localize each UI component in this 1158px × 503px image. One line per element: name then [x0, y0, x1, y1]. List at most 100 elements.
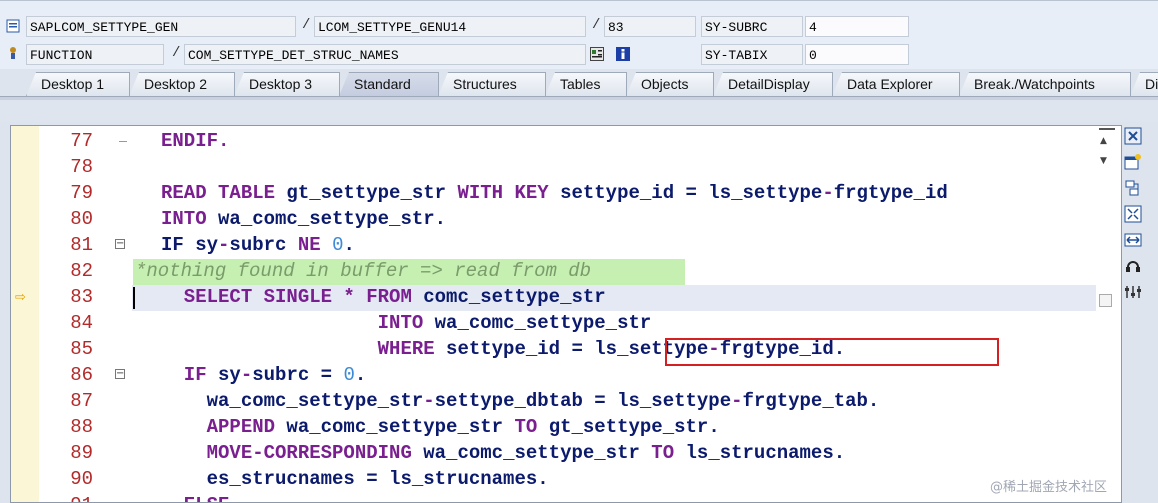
code-line[interactable]: 89 MOVE-CORRESPONDING wa_comc_settype_st… [11, 440, 1121, 466]
identifier-token: sy [218, 364, 241, 386]
program-field[interactable]: SAPLCOM_SETTYPE_GEN [26, 16, 296, 37]
code-line[interactable]: 80 INTO wa_comc_settype_str. [11, 206, 1121, 232]
code-line[interactable]: 79 READ TABLE gt_settype_str WITH KEY set… [11, 180, 1121, 206]
code-line[interactable]: 90 es_strucnames = ls_strucnames. [11, 466, 1121, 492]
identifier-token: wa_comc_settype_str [286, 416, 515, 438]
separator: / [592, 17, 601, 33]
code-line[interactable]: 83 SELECT SINGLE * FROM comc_settype_str [11, 284, 1121, 310]
source-editor[interactable]: ⇨ 77 ENDIF. 78 79 READ TABLE gt_settype_str … [10, 125, 1122, 503]
line-number: 82 [70, 260, 93, 282]
keyword-token: - [423, 390, 435, 412]
collapse-block-icon[interactable]: − [115, 369, 125, 379]
tab-detail-display[interactable]: DetailDisplay [713, 72, 833, 96]
code-line[interactable]: 87 wa_comc_settype_str-settype_dbtab = l… [11, 388, 1121, 414]
tab-desktop-3[interactable]: Desktop 3 [234, 72, 340, 96]
info-icon[interactable] [616, 47, 630, 61]
separator: / [302, 17, 311, 33]
line-number: 80 [70, 208, 93, 230]
sysvar-value-1[interactable]: 4 [805, 16, 909, 37]
scroll-up-icon[interactable]: ▲ [1100, 136, 1107, 146]
line-number: 84 [70, 312, 93, 334]
vertical-scrollbar[interactable]: ▲ ▼ [1097, 126, 1117, 186]
refresh-icon[interactable] [1124, 257, 1142, 275]
line-field[interactable]: 83 [604, 16, 696, 37]
separator: / [172, 45, 181, 61]
expand-width-icon[interactable] [1124, 231, 1142, 249]
keyword-token: TO [514, 416, 549, 438]
close-icon[interactable] [1124, 127, 1142, 145]
maximize-icon[interactable] [1124, 205, 1142, 223]
keyword-token: - [822, 182, 834, 204]
keyword-token: - [240, 364, 253, 386]
keyword-token: NE [297, 234, 333, 256]
keyword-token: - [731, 390, 743, 412]
line-number: 88 [70, 416, 93, 438]
identifier-token: es_strucnames = ls_strucnames. [161, 468, 549, 490]
identifier-token: wa_comc_settype_str [434, 312, 652, 334]
include-field[interactable]: LCOM_SETTYPE_GENU14 [314, 16, 586, 37]
function-icon [6, 46, 20, 60]
settings-icon[interactable] [1124, 283, 1142, 301]
sysvar-name-2: SY-TABIX [701, 44, 803, 65]
block-line-marker [119, 141, 127, 142]
code-line[interactable]: 78 [11, 154, 1121, 180]
tab-structures[interactable]: Structures [438, 72, 546, 96]
tab-standard[interactable]: Standard [339, 72, 439, 96]
code-text: INTO wa_comc_settype_str. [161, 206, 446, 232]
keyword-token: WITH KEY [457, 182, 561, 204]
keyword-token: ELSE. [161, 494, 241, 502]
keyword-token: INTO [161, 312, 435, 334]
keyword-token: WHERE [161, 338, 447, 360]
split-icon[interactable] [1124, 179, 1142, 197]
type-field[interactable]: FUNCTION [26, 44, 164, 65]
identifier-token: wa_comc_settype_str [161, 390, 424, 412]
keyword-token: TO [651, 442, 686, 464]
line-number: 78 [70, 156, 93, 178]
watermark: @稀土掘金技术社区 [990, 480, 1108, 495]
code-line[interactable]: 77 ENDIF. [11, 128, 1121, 154]
code-line[interactable]: 81 − IF sy-subrc NE 0. [11, 232, 1121, 258]
identifier-token: gt_settype_str. [548, 416, 720, 438]
line-number: 89 [70, 442, 93, 464]
comment-token: *nothing found in buffer => read from db [135, 260, 592, 282]
tab-data-explorer[interactable]: Data Explorer [832, 72, 960, 96]
code-text: ELSE. [161, 492, 241, 502]
identifier-token: wa_comc_settype_str [423, 442, 652, 464]
code-text: INTO wa_comc_settype_str [161, 310, 652, 336]
line-number: 87 [70, 390, 93, 412]
tab-break-watchpoints[interactable]: Break./Watchpoints [959, 72, 1131, 96]
new-window-icon[interactable] [1124, 153, 1142, 171]
keyword-token: SELECT SINGLE * FROM [161, 286, 424, 308]
code-text: SELECT SINGLE * FROM comc_settype_str [161, 284, 606, 310]
code-text: IF sy-subrc = 0. [161, 362, 366, 388]
code-line[interactable]: 82 *nothing found in buffer => read from … [11, 258, 1121, 284]
tab-di[interactable]: Di [1130, 72, 1158, 96]
code-text: ENDIF. [161, 128, 229, 154]
tab-desktop-1[interactable]: Desktop 1 [26, 72, 130, 96]
scroll-position-marker[interactable] [1099, 294, 1112, 307]
code-line[interactable]: 91 ELSE. [11, 492, 1121, 502]
identifier-token: frgtype_id [833, 182, 948, 204]
sysvar-value-2[interactable]: 0 [805, 44, 909, 65]
code-text: MOVE-CORRESPONDING wa_comc_settype_str T… [161, 440, 846, 466]
line-number: 86 [70, 364, 93, 386]
code-line[interactable]: 88 APPEND wa_comc_settype_str TO gt_sett… [11, 414, 1121, 440]
tab-desktop-2[interactable]: Desktop 2 [129, 72, 235, 96]
debugger-header: SAPLCOM_SETTYPE_GEN / LCOM_SETTYPE_GENU1… [0, 0, 1158, 69]
collapse-block-icon[interactable]: − [115, 239, 125, 249]
tab-objects[interactable]: Objects [626, 72, 714, 96]
identifier-token: wa_comc_settype_str. [218, 208, 447, 230]
display-object-icon[interactable] [590, 47, 604, 61]
line-number: 85 [70, 338, 93, 360]
line-number: 90 [70, 468, 93, 490]
line-number: 83 [70, 286, 93, 308]
identifier-token: settype_dbtab = ls_settype [434, 390, 732, 412]
keyword-token: MOVE-CORRESPONDING [161, 442, 424, 464]
identifier-token: comc_settype_str [423, 286, 606, 308]
code-line[interactable]: 84 INTO wa_comc_settype_str [11, 310, 1121, 336]
name-field[interactable]: COM_SETTYPE_DET_STRUC_NAMES [184, 44, 586, 65]
identifier-token: subrc [229, 234, 298, 256]
scroll-down-icon[interactable]: ▼ [1100, 156, 1107, 166]
identifier-token: settype_id = ls_settype [560, 182, 823, 204]
tab-tables[interactable]: Tables [545, 72, 627, 96]
